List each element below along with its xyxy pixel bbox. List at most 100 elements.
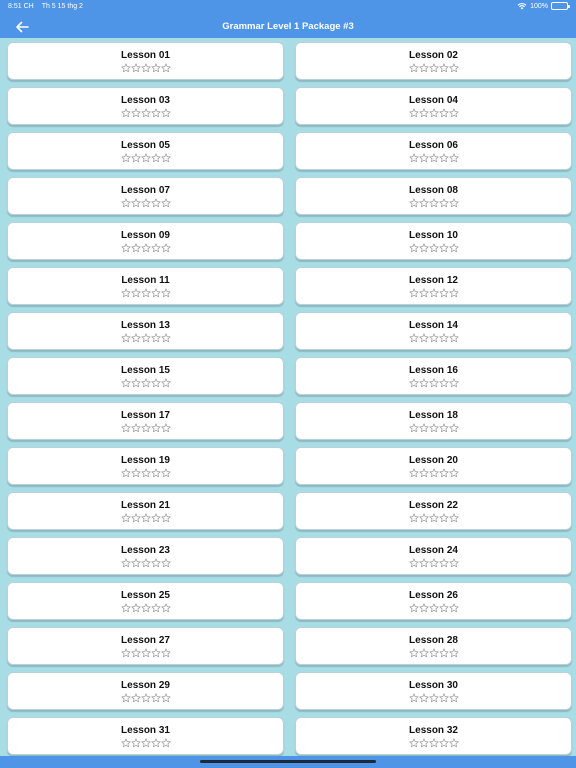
star-icon (418, 242, 429, 252)
lesson-title: Lesson 03 (121, 94, 170, 106)
star-icon (140, 62, 151, 72)
lesson-card[interactable]: Lesson 17 (7, 402, 284, 440)
star-icon (140, 377, 151, 387)
star-rating (408, 422, 459, 433)
lesson-title: Lesson 01 (121, 49, 170, 61)
star-icon (438, 647, 449, 657)
star-rating (408, 152, 459, 163)
lesson-card[interactable]: Lesson 25 (7, 582, 284, 620)
star-icon (438, 602, 449, 612)
star-icon (160, 467, 171, 477)
lesson-title: Lesson 32 (409, 724, 458, 736)
lesson-card[interactable]: Lesson 31 (7, 717, 284, 755)
lesson-title: Lesson 09 (121, 229, 170, 241)
star-icon (428, 737, 439, 747)
lesson-card[interactable]: Lesson 06 (295, 132, 572, 170)
lesson-card[interactable]: Lesson 12 (295, 267, 572, 305)
lesson-card[interactable]: Lesson 11 (7, 267, 284, 305)
lesson-card[interactable]: Lesson 08 (295, 177, 572, 215)
lesson-card[interactable]: Lesson 07 (7, 177, 284, 215)
star-icon (418, 647, 429, 657)
status-date: Th 5 15 thg 2 (41, 3, 83, 10)
lesson-card[interactable]: Lesson 05 (7, 132, 284, 170)
star-icon (428, 197, 439, 207)
star-icon (418, 107, 429, 117)
star-rating (120, 512, 171, 523)
lesson-card[interactable]: Lesson 30 (295, 672, 572, 710)
lesson-title: Lesson 17 (121, 409, 170, 421)
lesson-card[interactable]: Lesson 24 (295, 537, 572, 575)
star-icon (418, 422, 429, 432)
status-time: 8:51 CH (8, 3, 34, 10)
lesson-title: Lesson 08 (409, 184, 458, 196)
star-icon (418, 692, 429, 702)
lesson-card[interactable]: Lesson 03 (7, 87, 284, 125)
star-icon (120, 692, 131, 702)
lesson-card[interactable]: Lesson 19 (7, 447, 284, 485)
lesson-card[interactable]: Lesson 15 (7, 357, 284, 395)
lesson-card[interactable]: Lesson 09 (7, 222, 284, 260)
lesson-card[interactable]: Lesson 01 (7, 42, 284, 80)
star-icon (130, 332, 141, 342)
star-icon (428, 332, 439, 342)
lesson-title: Lesson 07 (121, 184, 170, 196)
star-rating (120, 422, 171, 433)
star-icon (140, 647, 151, 657)
star-rating (408, 332, 459, 343)
lesson-card[interactable]: Lesson 18 (295, 402, 572, 440)
star-icon (418, 332, 429, 342)
star-rating (408, 197, 459, 208)
star-icon (408, 377, 419, 387)
star-icon (140, 512, 151, 522)
home-indicator[interactable] (200, 760, 376, 763)
star-rating (120, 557, 171, 568)
lesson-title: Lesson 12 (409, 274, 458, 286)
lesson-title: Lesson 20 (409, 454, 458, 466)
star-icon (140, 422, 151, 432)
lesson-card[interactable]: Lesson 14 (295, 312, 572, 350)
star-icon (418, 557, 429, 567)
lesson-card[interactable]: Lesson 04 (295, 87, 572, 125)
star-icon (438, 512, 449, 522)
star-icon (120, 287, 131, 297)
lesson-card[interactable]: Lesson 20 (295, 447, 572, 485)
lesson-card[interactable]: Lesson 23 (7, 537, 284, 575)
lesson-card[interactable]: Lesson 02 (295, 42, 572, 80)
star-icon (408, 242, 419, 252)
star-icon (120, 242, 131, 252)
lesson-card[interactable]: Lesson 32 (295, 717, 572, 755)
lesson-card[interactable]: Lesson 29 (7, 672, 284, 710)
lesson-card[interactable]: Lesson 28 (295, 627, 572, 665)
lesson-card[interactable]: Lesson 13 (7, 312, 284, 350)
app-header: 8:51 CH Th 5 15 thg 2 100% Grammar Level… (0, 0, 576, 38)
star-icon (160, 737, 171, 747)
star-icon (130, 737, 141, 747)
star-icon (448, 287, 459, 297)
star-rating (408, 557, 459, 568)
star-icon (438, 107, 449, 117)
lesson-card[interactable]: Lesson 16 (295, 357, 572, 395)
lesson-card[interactable]: Lesson 26 (295, 582, 572, 620)
lesson-title: Lesson 24 (409, 544, 458, 556)
star-icon (418, 197, 429, 207)
lesson-card[interactable]: Lesson 10 (295, 222, 572, 260)
star-icon (418, 62, 429, 72)
battery-icon (551, 2, 570, 10)
star-rating (408, 377, 459, 388)
lesson-title: Lesson 30 (409, 679, 458, 691)
star-icon (120, 602, 131, 612)
star-rating (408, 242, 459, 253)
star-icon (428, 602, 439, 612)
star-icon (120, 197, 131, 207)
star-icon (160, 647, 171, 657)
wifi-icon (517, 3, 527, 10)
star-rating (408, 287, 459, 298)
lesson-card[interactable]: Lesson 22 (295, 492, 572, 530)
star-icon (160, 62, 171, 72)
lesson-card[interactable]: Lesson 27 (7, 627, 284, 665)
lesson-card[interactable]: Lesson 21 (7, 492, 284, 530)
lesson-title: Lesson 19 (121, 454, 170, 466)
star-icon (438, 62, 449, 72)
star-icon (130, 692, 141, 702)
star-rating (408, 737, 459, 748)
